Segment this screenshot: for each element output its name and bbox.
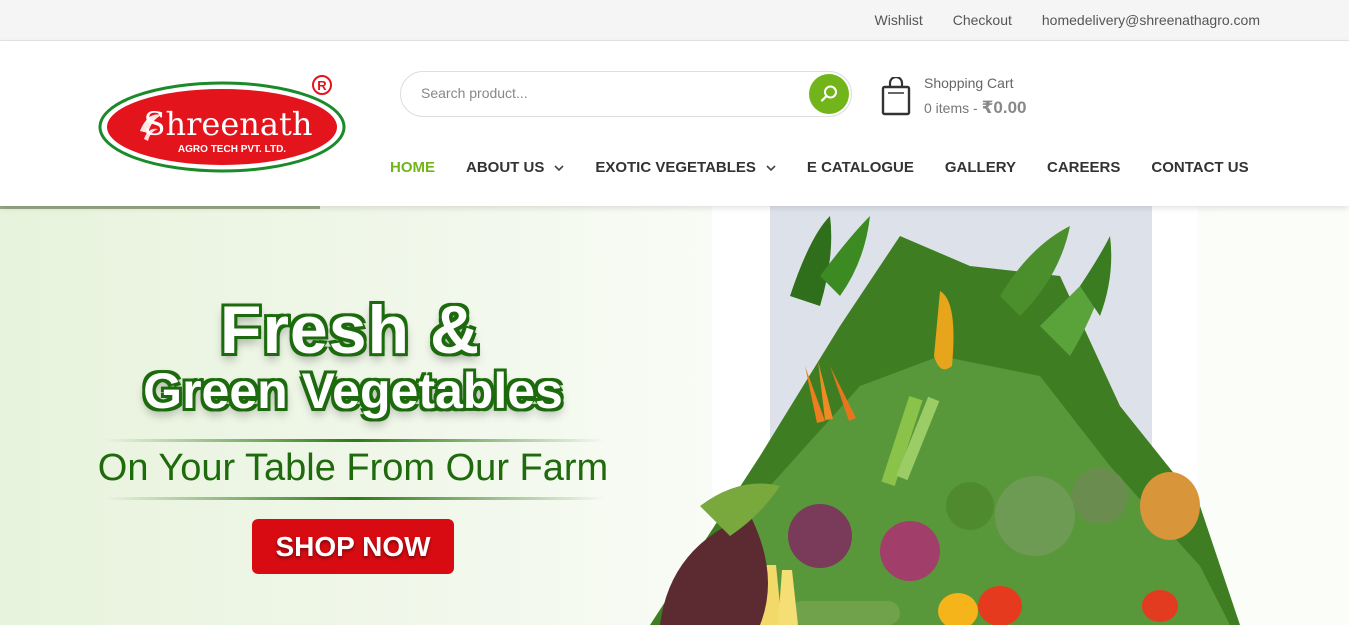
search-icon (820, 85, 837, 102)
nav-contact-us[interactable]: CONTACT US (1151, 159, 1248, 176)
nav-gallery[interactable]: GALLERY (945, 159, 1016, 176)
nav-label: EXOTIC VEGETABLES (595, 159, 756, 176)
nav-e-catalogue[interactable]: E CATALOGUE (807, 159, 914, 176)
hero-banner: Fresh & Green Vegetables On Your Table F… (0, 206, 1349, 625)
vegetables-image (650, 216, 1240, 625)
search-input[interactable] (421, 85, 801, 101)
shopping-cart[interactable]: Shopping Cart 0 items - ₹0.00 (878, 73, 1078, 123)
search-button[interactable] (809, 74, 849, 114)
site-logo[interactable]: Shreenath AGRO TECH PVT. LTD. R (98, 73, 353, 175)
wishlist-link[interactable]: Wishlist (875, 12, 923, 28)
nav-about-us[interactable]: ABOUT US (466, 159, 564, 176)
top-links: Wishlist Checkout homedelivery@shreenath… (875, 12, 1261, 28)
logo-brand-text: Shreenath (144, 105, 313, 143)
cart-title: Shopping Cart (924, 75, 1014, 91)
chevron-down-icon (554, 164, 564, 171)
slider-progress-line (0, 206, 320, 209)
search-box (400, 71, 852, 117)
nav-label: ABOUT US (466, 159, 545, 176)
top-bar: Wishlist Checkout homedelivery@shreenath… (0, 0, 1349, 41)
nav-label: E CATALOGUE (806, 159, 914, 176)
nav-label: HOME (390, 159, 435, 176)
hero-headline-2: Green Vegetables (143, 363, 563, 419)
nav-label: GALLERY (944, 159, 1016, 176)
hero-headline-1: Fresh & (219, 292, 481, 368)
chevron-down-icon (766, 164, 776, 171)
nav-exotic-vegetables[interactable]: EXOTIC VEGETABLES (595, 159, 776, 176)
email-link[interactable]: homedelivery@shreenathagro.com (1042, 12, 1260, 28)
shopping-bag-icon (881, 77, 911, 116)
logo-sub-text: AGRO TECH PVT. LTD. (178, 144, 286, 155)
checkout-link[interactable]: Checkout (953, 12, 1012, 28)
divider (105, 439, 605, 442)
registered-mark: R (317, 78, 327, 93)
cart-item-count: 0 items - (924, 100, 978, 116)
divider (105, 497, 605, 500)
site-header: Shreenath AGRO TECH PVT. LTD. R Shopping… (0, 41, 1349, 206)
nav-label: CONTACT US (1151, 159, 1249, 176)
shop-now-button[interactable]: SHOP NOW (252, 519, 454, 574)
cart-summary: 0 items - ₹0.00 (924, 98, 1027, 118)
nav-label: CAREERS (1047, 159, 1121, 176)
hero-tagline: On Your Table From Our Farm (97, 447, 609, 489)
main-nav: HOME ABOUT US EXOTIC VEGETABLES E CATALO… (390, 159, 1280, 176)
nav-careers[interactable]: CAREERS (1047, 159, 1120, 176)
cart-total: ₹0.00 (981, 98, 1027, 117)
nav-home[interactable]: HOME (390, 159, 435, 176)
